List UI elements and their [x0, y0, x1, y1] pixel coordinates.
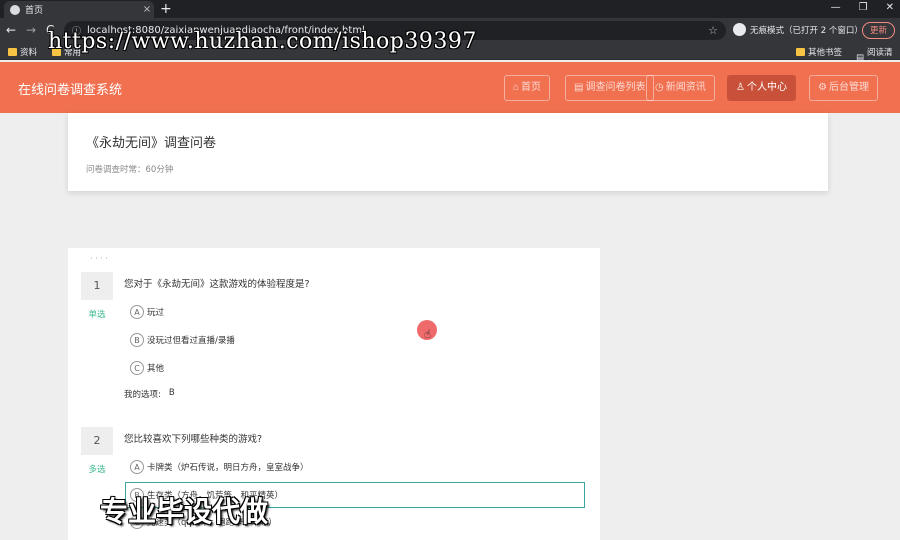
back-icon[interactable]: ← — [6, 23, 16, 37]
folder-icon — [796, 48, 805, 56]
bookmark-folder-other[interactable]: 其他书签 — [796, 46, 842, 58]
update-button[interactable]: 更新 — [862, 22, 896, 39]
option-c[interactable]: C 其他 — [130, 361, 164, 375]
nav-user-center-button[interactable]: ♙ 个人中心 — [727, 75, 796, 101]
option-text: 卡牌类（炉石传说，明日方舟，皇室战争） — [147, 463, 309, 473]
browser-tab[interactable]: 首页 × — [4, 1, 154, 18]
question-text: 您比较喜欢下列哪些种类的游戏? — [124, 434, 263, 445]
user-icon: ♙ — [736, 82, 745, 93]
nav-survey-list-button[interactable]: ▤ 调查问卷列表 — [565, 75, 655, 101]
nav-news-button[interactable]: ◷ 新闻资讯 — [646, 75, 715, 101]
tab-close-icon[interactable]: × — [140, 4, 154, 15]
site-header: 在线问卷调查系统 ⌂ 首页 ▤ 调查问卷列表 ◷ 新闻资讯 ♙ 个人中心 ⚙ 后台管理 — [0, 62, 900, 113]
minimize-icon[interactable]: — — [831, 0, 841, 16]
bookmark-folder[interactable]: 资料 — [8, 46, 37, 58]
window-controls: — ❐ ✕ — [831, 0, 894, 16]
option-letter: B — [130, 333, 144, 347]
list-icon: ▤ — [574, 82, 584, 93]
option-text: 其他 — [147, 364, 165, 374]
nav-label: 个人中心 — [746, 82, 787, 93]
question-number: 1 — [81, 272, 113, 300]
home-icon: ⌂ — [513, 82, 520, 93]
close-window-icon[interactable]: ✕ — [886, 0, 894, 16]
nav-label: 首页 — [521, 82, 542, 93]
question-text: 您对于《永劫无间》这款游戏的体验程度是? — [124, 279, 310, 290]
url-watermark: https://www.huzhan.com/ishop39397 — [48, 29, 477, 54]
top-dots: · · · · — [90, 254, 108, 263]
option-letter: C — [130, 361, 144, 375]
option-letter: A — [130, 305, 144, 319]
survey-duration: 问卷调查时常：60分钟 — [86, 165, 174, 175]
my-choice-value: B — [168, 388, 175, 398]
site-title: 在线问卷调查系统 — [18, 83, 123, 98]
option-letter: A — [130, 460, 144, 474]
option-a[interactable]: A 玩过 — [130, 305, 164, 319]
bookmark-star-icon[interactable]: ☆ — [708, 24, 718, 37]
survey-title: 《永劫无间》调查问卷 — [86, 136, 217, 151]
bookmark-label: 资料 — [20, 48, 38, 58]
restore-icon[interactable]: ❐ — [859, 0, 868, 16]
browser-tab-bar: 首页 × + — ❐ ✕ — [0, 0, 900, 18]
incognito-icon — [733, 23, 746, 36]
tab-favicon-icon — [10, 4, 20, 15]
question-type: 多选 — [88, 465, 106, 475]
text-watermark: 专业毕设代做 — [100, 495, 269, 528]
option-a[interactable]: A 卡牌类（炉石传说，明日方舟，皇室战争） — [130, 460, 309, 474]
forward-icon[interactable]: → — [26, 23, 36, 37]
question-number: 2 — [81, 427, 113, 455]
nav-label: 新闻资讯 — [665, 82, 706, 93]
nav-label: 后台管理 — [828, 82, 869, 93]
incognito-label: 无痕模式（已打开 2 个窗口） — [750, 25, 863, 36]
incognito-indicator[interactable]: 无痕模式（已打开 2 个窗口） — [733, 23, 863, 36]
question-type: 单选 — [88, 310, 106, 320]
link-icon: ⚙ — [818, 82, 827, 93]
my-choice: 我的选项: B — [124, 388, 175, 400]
bookmark-label: 其他书签 — [808, 48, 843, 58]
tab-title: 首页 — [25, 6, 44, 16]
my-choice-label: 我的选项: — [124, 390, 161, 400]
option-text: 没玩过但看过直播/录播 — [147, 336, 235, 346]
nav-label: 调查问卷列表 — [585, 82, 646, 93]
nav-admin-button[interactable]: ⚙ 后台管理 — [809, 75, 878, 101]
news-icon: ◷ — [655, 82, 664, 93]
new-tab-button[interactable]: + — [160, 1, 172, 17]
survey-title-card: 《永劫无间》调查问卷 问卷调查时常：60分钟 — [68, 113, 828, 191]
option-text: 玩过 — [147, 308, 165, 318]
folder-icon — [8, 48, 17, 56]
option-b[interactable]: B 没玩过但看过直播/录播 — [130, 333, 235, 347]
hand-cursor-icon: ☝ — [424, 327, 432, 341]
nav-home-button[interactable]: ⌂ 首页 — [504, 75, 551, 101]
